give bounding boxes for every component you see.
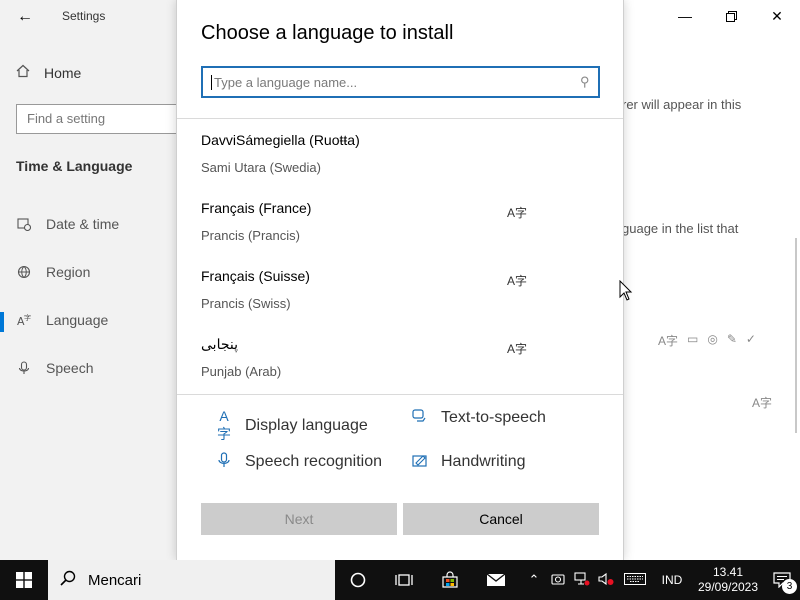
list-item[interactable]: Français (France) Prancis (Prancis) A字 <box>201 200 601 268</box>
keyboard-icon[interactable] <box>618 572 652 588</box>
language-name: پنجابی <box>201 336 238 352</box>
network-icon[interactable] <box>570 571 594 589</box>
taskbar-search-label: Mencari <box>88 571 142 589</box>
legend-display-language: A字 Display language <box>215 408 368 444</box>
microphone-icon <box>215 452 233 471</box>
close-icon[interactable]: ✕ <box>754 0 800 32</box>
display-language-icon: A字 <box>217 408 231 442</box>
language-name: Français (France) <box>201 200 312 216</box>
notification-badge: 3 <box>782 579 797 594</box>
sidebar-item-label: Language <box>46 312 109 328</box>
legend-label: Display language <box>245 417 368 434</box>
clock-date: 29/09/2023 <box>697 580 759 594</box>
app-title: Settings <box>62 9 106 23</box>
sidebar-item-region[interactable]: Region <box>16 264 90 280</box>
back-arrow-icon[interactable]: ← <box>14 6 36 28</box>
list-item[interactable]: Français (Suisse) Prancis (Swiss) A字 <box>201 268 601 336</box>
handwriting-icon: ✎ <box>726 332 737 346</box>
language-list: DavviSámegiella (Ruoŧŧa) Sami Utara (Swe… <box>177 119 623 394</box>
active-indicator <box>0 312 4 332</box>
microphone-icon <box>16 360 32 376</box>
store-icon[interactable] <box>427 560 473 600</box>
home-icon <box>16 64 30 81</box>
taskbar-search-box[interactable]: Mencari <box>48 560 335 600</box>
legend-label: Speech recognition <box>245 452 382 470</box>
spell-check-icon: ✓ <box>745 332 756 346</box>
language-search-input[interactable] <box>211 74 581 90</box>
list-item[interactable]: DavviSámegiella (Ruoŧŧa) Sami Utara (Swe… <box>201 132 601 200</box>
display-language-icon: A字 <box>507 274 528 288</box>
microphone-icon: ◎ <box>707 332 718 346</box>
language-native-name: Punjab (Arab) <box>201 364 282 379</box>
sidebar-item-language[interactable]: A字 Language <box>16 312 108 328</box>
search-icon <box>60 570 76 590</box>
camera-icon[interactable] <box>546 573 570 588</box>
language-native-name: Prancis (Prancis) <box>201 228 300 243</box>
sidebar-item-label: Speech <box>46 360 94 376</box>
sidebar-item-date-time[interactable]: Date & time <box>16 216 119 232</box>
svg-text:字: 字 <box>24 313 31 322</box>
background-text: guage in the list that <box>622 221 739 236</box>
sidebar-item-label: Date & time <box>46 216 120 232</box>
text-to-speech-icon: ▭ <box>687 332 699 346</box>
list-item[interactable]: پنجابی Punjab (Arab) A字 <box>201 336 601 394</box>
window-controls: — ✕ <box>662 0 800 32</box>
input-language[interactable]: IND <box>652 573 692 587</box>
legend-label: Text-to-speech <box>441 408 546 426</box>
language-feature-icons: A字 ▭ ◎ ✎ ✓ <box>658 332 756 349</box>
minimize-icon[interactable]: — <box>662 0 708 32</box>
task-view-icon[interactable] <box>381 560 427 600</box>
windows-start-icon[interactable] <box>0 560 48 600</box>
display-language-icon: A字 <box>507 342 528 356</box>
notification-center-icon[interactable]: 3 <box>764 560 800 600</box>
sidebar-item-label: Region <box>46 264 91 280</box>
sidebar-item-speech[interactable]: Speech <box>16 360 93 376</box>
language-native-name: Prancis (Swiss) <box>201 296 291 311</box>
cortana-icon[interactable] <box>335 560 381 600</box>
home-label: Home <box>44 64 82 81</box>
legend-text-to-speech: Text-to-speech <box>411 408 546 427</box>
chevron-up-icon[interactable]: ⌃ <box>522 572 546 588</box>
section-title: Time & Language <box>16 158 133 174</box>
language-name: DavviSámegiella (Ruoŧŧa) <box>201 132 360 148</box>
clock-time: 13.41 <box>712 565 744 579</box>
legend-speech-recognition: Speech recognition <box>215 452 382 471</box>
divider <box>177 394 623 395</box>
legend-label: Handwriting <box>441 452 526 470</box>
find-setting-input[interactable]: Find a setting <box>16 104 186 134</box>
display-language-icon: A字 <box>658 334 679 348</box>
calendar-clock-icon <box>16 216 32 232</box>
taskbar: Mencari ⌃ IND 13.41 29/09/2023 3 <box>0 560 800 600</box>
display-language-icon: A字 <box>507 206 528 220</box>
system-tray: ⌃ IND 13.41 29/09/2023 3 <box>522 560 800 600</box>
text-to-speech-icon <box>411 408 429 427</box>
home-nav-item[interactable]: Home <box>16 64 81 81</box>
mail-icon[interactable] <box>473 560 519 600</box>
choose-language-dialog: Choose a language to install ⚲ DavviSáme… <box>176 0 624 560</box>
display-language-icon: A字 <box>752 396 773 410</box>
language-search-box[interactable]: ⚲ <box>201 66 600 98</box>
search-icon: ⚲ <box>580 74 590 89</box>
mouse-cursor-icon <box>619 280 633 301</box>
background-text: rer will appear in this <box>622 97 742 112</box>
settings-sidebar: ← Settings Home Find a setting Time & La… <box>0 0 186 560</box>
volume-muted-icon[interactable] <box>594 572 618 589</box>
scrollbar[interactable] <box>795 238 797 433</box>
language-native-name: Sami Utara (Swedia) <box>201 160 321 175</box>
language-icon: A字 <box>16 312 32 328</box>
globe-icon <box>16 264 32 280</box>
handwriting-icon <box>411 452 429 471</box>
restore-icon[interactable] <box>708 0 754 32</box>
clock[interactable]: 13.41 29/09/2023 <box>692 565 764 595</box>
legend-handwriting: Handwriting <box>411 452 525 471</box>
dialog-title: Choose a language to install <box>201 22 454 44</box>
cancel-button[interactable]: Cancel <box>403 503 599 535</box>
language-name: Français (Suisse) <box>201 268 310 284</box>
next-button[interactable]: Next <box>201 503 397 535</box>
